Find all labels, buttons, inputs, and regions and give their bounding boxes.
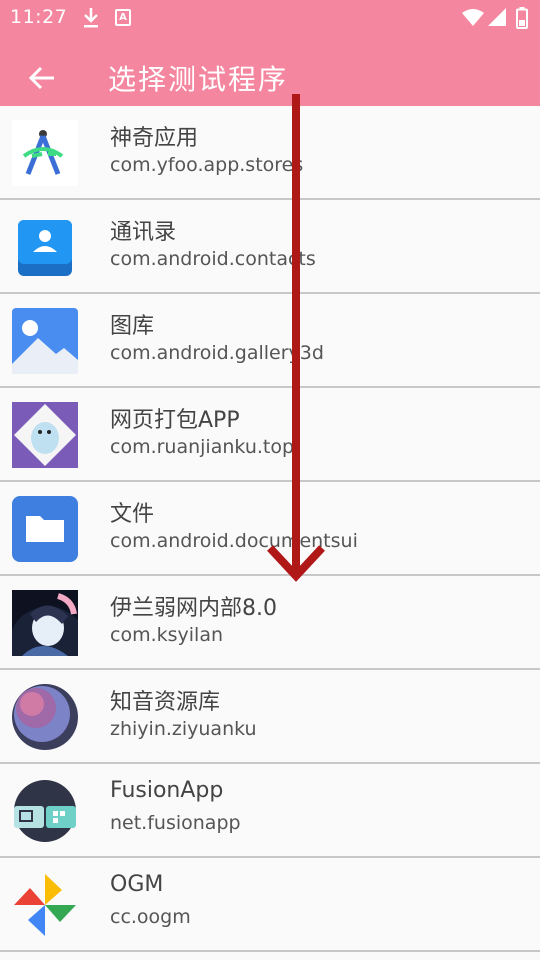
download-icon	[84, 8, 98, 28]
app-name: 知音资源库	[110, 690, 221, 715]
app-list-item[interactable]: 通讯录 com.android.contacts	[0, 200, 540, 294]
app-name: 图库	[110, 314, 155, 339]
anime-avatar-icon	[12, 590, 78, 656]
app-name: 文件	[110, 502, 155, 527]
app-list-item[interactable]: OGM cc.oogm	[0, 858, 540, 952]
app-name: 网页打包APP	[110, 408, 240, 433]
app-name: 神奇应用	[110, 126, 199, 151]
fusionapp-icon	[14, 780, 76, 842]
status-bar: 11:27 A	[0, 0, 540, 36]
folder-icon	[12, 496, 78, 562]
app-package: com.android.gallery3d	[110, 342, 324, 364]
app-package: com.ksyilan	[110, 624, 224, 646]
app-name: OGM	[110, 872, 164, 897]
battery-icon	[516, 7, 528, 29]
app-list-item[interactable]: FusionApp net.fusionapp	[0, 764, 540, 858]
app-package: com.android.documentsui	[110, 530, 358, 552]
app-package: com.android.contacts	[110, 248, 316, 270]
status-time: 11:27	[10, 6, 68, 28]
sphere-icon	[12, 684, 78, 750]
contacts-icon	[18, 220, 72, 276]
app-list-item[interactable]: 文件 com.android.documentsui	[0, 482, 540, 576]
keyboard-a-icon: A	[115, 9, 131, 26]
app-list-item[interactable]: 网页打包APP com.ruanjianku.top	[0, 388, 540, 482]
app-package: net.fusionapp	[110, 812, 241, 834]
app-name: FusionApp	[110, 778, 224, 803]
android-studio-icon	[12, 120, 78, 186]
app-list-item[interactable]: 伊兰弱网内部8.0 com.ksyilan	[0, 576, 540, 670]
signal-icon	[488, 8, 506, 26]
app-package: zhiyin.ziyuanku	[110, 718, 257, 740]
app-name: 伊兰弱网内部8.0	[110, 596, 277, 621]
app-name: 通讯录	[110, 220, 177, 245]
page-title: 选择测试程序	[108, 63, 289, 96]
app-list-item[interactable]: 图库 com.android.gallery3d	[0, 294, 540, 388]
gallery-icon	[12, 308, 78, 374]
app-list-item[interactable]: 知音资源库 zhiyin.ziyuanku	[0, 670, 540, 764]
app-package: com.yfoo.app.stores	[110, 154, 304, 176]
pinwheel-icon	[14, 874, 76, 936]
app-package: cc.oogm	[110, 906, 191, 928]
app-list-item[interactable]: 神奇应用 com.yfoo.app.stores	[0, 106, 540, 200]
app-package: com.ruanjianku.top	[110, 436, 295, 458]
wifi-icon	[462, 9, 484, 26]
back-arrow-icon[interactable]	[26, 62, 58, 94]
moomin-icon	[12, 402, 78, 468]
